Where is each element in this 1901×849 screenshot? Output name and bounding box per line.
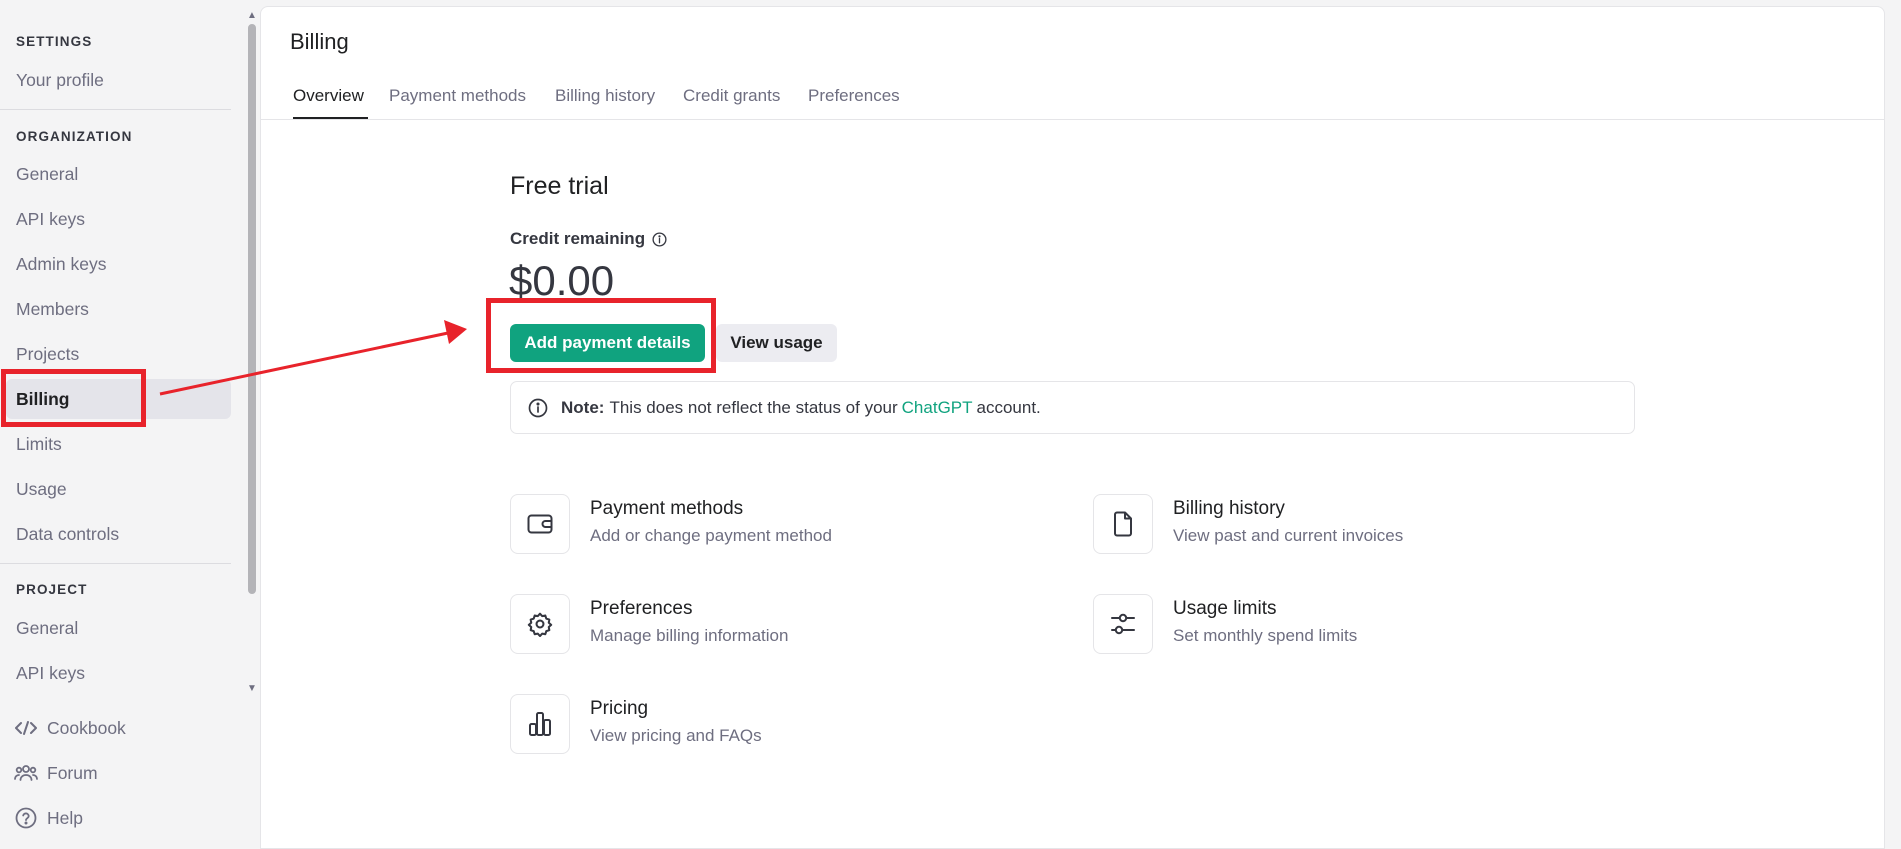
sidebar-item-usage[interactable]: Usage	[16, 477, 67, 501]
forum-link[interactable]: Forum	[14, 760, 98, 786]
sidebar-item-project-api-keys[interactable]: API keys	[16, 661, 85, 685]
help-label: Help	[47, 807, 83, 828]
organization-heading: ORGANIZATION	[16, 129, 133, 144]
card-title: Usage limits	[1173, 598, 1277, 619]
sliders-icon	[1093, 594, 1153, 654]
card-subtitle: Set monthly spend limits	[1173, 626, 1358, 645]
note-text-end: account.	[976, 397, 1041, 417]
code-icon	[14, 716, 38, 740]
card-payment-methods[interactable]: Payment methods Add or change payment me…	[510, 494, 1030, 556]
note-banner: Note: This does not reflect the status o…	[510, 381, 1635, 434]
view-usage-button[interactable]: View usage	[716, 324, 837, 362]
tab-credit-grants[interactable]: Credit grants	[683, 86, 780, 106]
credit-label-text: Credit remaining	[510, 229, 646, 248]
wallet-icon	[510, 494, 570, 554]
sidebar-divider	[0, 563, 231, 564]
tab-billing-history[interactable]: Billing history	[555, 86, 655, 106]
sidebar-item-members[interactable]: Members	[16, 297, 89, 321]
card-title: Billing history	[1173, 498, 1285, 519]
gear-icon	[510, 594, 570, 654]
card-subtitle: View past and current invoices	[1173, 526, 1404, 545]
people-icon	[14, 761, 38, 785]
card-title: Payment methods	[590, 498, 744, 519]
plan-title: Free trial	[510, 172, 609, 200]
settings-heading: SETTINGS	[16, 34, 93, 49]
card-subtitle: Add or change payment method	[590, 526, 832, 545]
cookbook-link[interactable]: Cookbook	[14, 715, 126, 741]
card-title: Preferences	[590, 598, 693, 619]
sidebar-divider	[0, 109, 231, 110]
tab-overview[interactable]: Overview	[293, 86, 364, 106]
sidebar-item-general[interactable]: General	[16, 162, 78, 186]
project-heading: PROJECT	[16, 582, 88, 597]
forum-label: Forum	[47, 762, 98, 783]
bar-chart-icon	[510, 694, 570, 754]
info-icon	[527, 397, 549, 419]
card-subtitle: Manage billing information	[590, 626, 789, 645]
annotation-box-add-payment	[486, 298, 716, 373]
card-preferences[interactable]: Preferences Manage billing information	[510, 594, 1030, 656]
card-billing-history[interactable]: Billing history View past and current in…	[1093, 494, 1613, 556]
billing-tabs: Overview Payment methods Billing history…	[261, 77, 1884, 120]
chatgpt-link[interactable]: ChatGPT	[902, 398, 973, 418]
card-subtitle: View pricing and FAQs	[590, 726, 762, 745]
sidebar-item-data-controls[interactable]: Data controls	[16, 522, 119, 546]
help-link[interactable]: Help	[14, 805, 83, 831]
scroll-down-arrow-icon[interactable]: ▼	[247, 684, 257, 694]
help-icon	[14, 806, 38, 830]
card-usage-limits[interactable]: Usage limits Set monthly spend limits	[1093, 594, 1613, 656]
active-tab-indicator	[293, 117, 368, 119]
sidebar-item-api-keys[interactable]: API keys	[16, 207, 85, 231]
sidebar-item-limits[interactable]: Limits	[16, 432, 62, 456]
cookbook-label: Cookbook	[47, 717, 126, 738]
credit-label: Credit remaining	[510, 229, 667, 249]
page-title: Billing	[290, 29, 349, 54]
note-text: This does not reflect the status of your	[609, 397, 898, 417]
sidebar-item-admin-keys[interactable]: Admin keys	[16, 252, 106, 276]
card-title: Pricing	[590, 698, 649, 719]
sidebar-item-projects[interactable]: Projects	[16, 342, 79, 366]
info-icon[interactable]	[652, 231, 667, 247]
note-label: Note:	[561, 397, 605, 417]
sidebar-item-project-general[interactable]: General	[16, 616, 78, 640]
sidebar-item-your-profile[interactable]: Your profile	[16, 68, 104, 92]
tab-preferences[interactable]: Preferences	[808, 86, 900, 106]
sidebar-scrollbar-thumb[interactable]	[248, 24, 256, 594]
document-icon	[1093, 494, 1153, 554]
tab-payment-methods[interactable]: Payment methods	[389, 86, 526, 106]
card-pricing[interactable]: Pricing View pricing and FAQs	[510, 694, 1030, 756]
billing-panel: Billing Overview Payment methods Billing…	[260, 6, 1885, 849]
sidebar-nav: SETTINGS Your profile ORGANIZATION Gener…	[0, 0, 244, 698]
annotation-box-billing	[1, 369, 146, 427]
scroll-up-arrow-icon[interactable]: ▲	[247, 11, 257, 21]
